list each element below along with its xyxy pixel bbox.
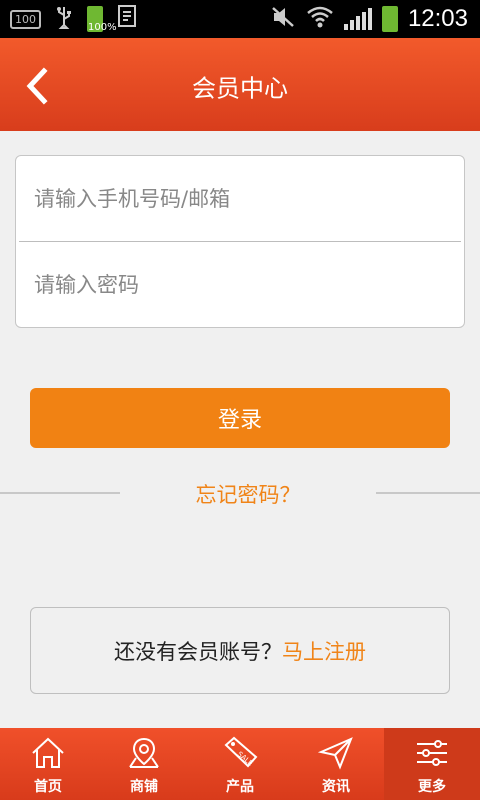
nav-news[interactable]: 资讯 (288, 728, 384, 800)
sale-tag-icon: SALE (220, 734, 260, 772)
nav-home[interactable]: 首页 (0, 728, 96, 800)
battery-icon (381, 6, 398, 32)
password-field-wrapper (16, 242, 464, 328)
nav-shops-label: 商铺 (130, 779, 158, 795)
register-link[interactable]: 马上注册 (282, 636, 366, 666)
status-bar: 100 100% 12:03 (0, 0, 480, 38)
home-icon (28, 734, 68, 772)
nav-products-label: 产品 (226, 779, 254, 795)
nav-news-label: 资讯 (322, 779, 350, 795)
map-pin-icon (124, 734, 164, 772)
divider-right (376, 492, 480, 494)
nav-home-label: 首页 (34, 779, 62, 795)
mute-icon (270, 5, 296, 33)
signal-icon (343, 8, 372, 30)
divider-left (0, 492, 120, 494)
sliders-icon (412, 734, 452, 772)
document-icon (117, 4, 139, 34)
battery-percent-label: 100% (88, 22, 117, 33)
nav-shops[interactable]: 商铺 (96, 728, 192, 800)
app-header: 会员中心 (0, 38, 480, 131)
phone-email-input[interactable] (16, 156, 464, 242)
page-title: 会员中心 (192, 74, 288, 103)
login-button[interactable]: 登录 (30, 388, 450, 448)
nav-more-label: 更多 (418, 779, 446, 795)
clock: 12:03 (407, 5, 468, 32)
password-input[interactable] (16, 242, 464, 328)
status-left-icons: 100 100% (10, 0, 139, 38)
register-box: 还没有会员账号？ 马上注册 (30, 607, 450, 694)
usb-icon (55, 5, 73, 33)
phone-field-wrapper (16, 156, 464, 242)
login-form (15, 155, 465, 328)
register-prompt: 还没有会员账号？ (114, 639, 282, 664)
forgot-password-link[interactable]: 忘记密码？ (120, 479, 376, 509)
notification-badge: 100 (10, 9, 41, 29)
nav-products[interactable]: SALE 产品 (192, 728, 288, 800)
nav-more[interactable]: 更多 (384, 728, 480, 800)
send-icon (316, 734, 356, 772)
wifi-icon (306, 5, 334, 33)
bottom-nav: 首页 商铺 SALE 产品 资讯 更多 (0, 728, 480, 800)
status-right-icons: 12:03 (270, 0, 468, 38)
